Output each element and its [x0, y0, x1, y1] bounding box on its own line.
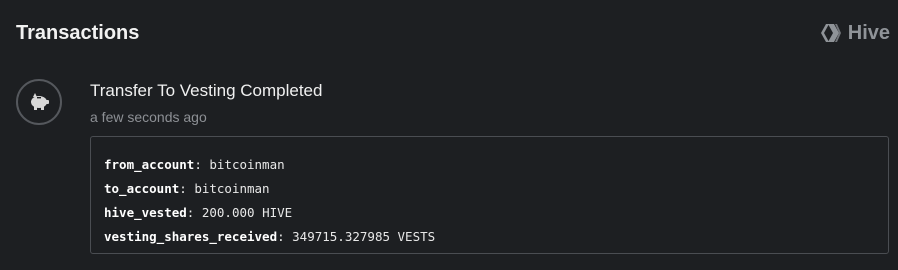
detail-separator: : — [194, 157, 210, 172]
hive-brand[interactable]: Hive — [820, 20, 890, 46]
transaction-time: a few seconds ago — [90, 109, 207, 125]
detail-row: to_account: bitcoinman — [104, 177, 888, 201]
hive-logo-icon — [820, 23, 842, 43]
detail-row: vesting_shares_received: 349715.327985 V… — [104, 225, 888, 249]
detail-key: hive_vested — [104, 205, 187, 220]
brand-label: Hive — [847, 22, 890, 44]
detail-value: bitcoinman — [194, 181, 270, 196]
piggy-bank-icon — [16, 79, 62, 125]
page-title: Transactions — [16, 22, 140, 44]
detail-separator: : — [186, 205, 202, 220]
detail-key: to_account — [104, 181, 180, 196]
detail-key: vesting_shares_received — [104, 229, 278, 244]
transaction-title: Transfer To Vesting Completed — [90, 81, 323, 100]
detail-row: hive_vested: 200.000 HIVE — [104, 201, 888, 225]
transactions-header: Transactions Hive — [16, 20, 890, 46]
detail-row: from_account: bitcoinman — [104, 153, 888, 177]
detail-value: bitcoinman — [209, 157, 285, 172]
transaction-details: from_account: bitcoinman to_account: bit… — [90, 136, 889, 254]
detail-value: 200.000 HIVE — [201, 205, 293, 220]
detail-separator: : — [179, 181, 195, 196]
detail-value: 349715.327985 VESTS — [292, 229, 436, 244]
detail-separator: : — [277, 229, 293, 244]
detail-key: from_account — [104, 157, 195, 172]
